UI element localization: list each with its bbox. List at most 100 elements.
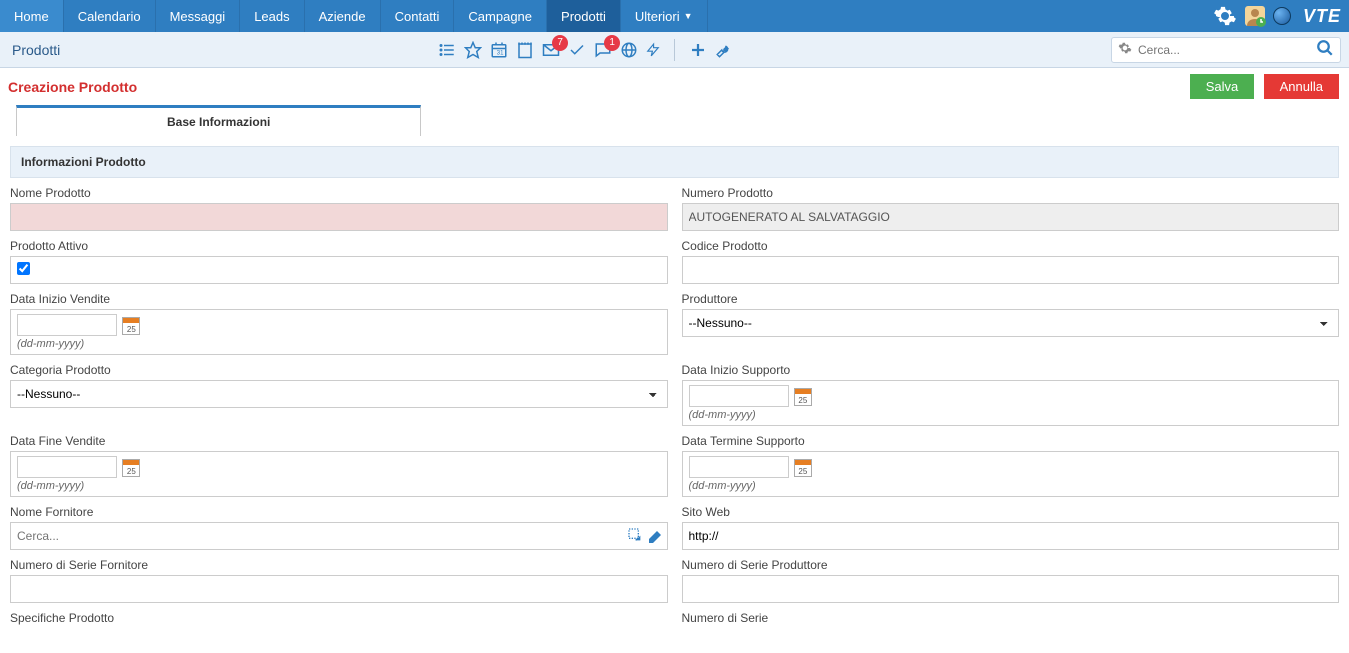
input-nome-prodotto[interactable] bbox=[10, 203, 668, 231]
input-num-serie-produttore[interactable] bbox=[682, 575, 1340, 603]
nav-ulteriori[interactable]: Ulteriori ▼ bbox=[621, 0, 708, 32]
label-numero-serie: Numero di Serie bbox=[682, 611, 1340, 625]
nav-home[interactable]: Home bbox=[0, 0, 64, 32]
hint-data-fine-vendite: (dd-mm-yyyy) bbox=[17, 480, 661, 492]
hint-data-inizio-supporto: (dd-mm-yyyy) bbox=[689, 409, 1333, 421]
label-codice-prodotto: Codice Prodotto bbox=[682, 239, 1340, 253]
nav-messaggi[interactable]: Messaggi bbox=[156, 0, 241, 32]
input-data-fine-vendite[interactable] bbox=[17, 456, 117, 478]
mail-icon[interactable]: 7 bbox=[542, 41, 560, 59]
form-area: Informazioni Prodotto Nome Prodotto Nume… bbox=[0, 136, 1349, 646]
star-icon[interactable] bbox=[464, 41, 482, 59]
vte-logo: VTE bbox=[1303, 6, 1341, 27]
page-title: Creazione Prodotto bbox=[8, 79, 137, 95]
page-header: Creazione Prodotto Salva Annulla bbox=[0, 68, 1349, 105]
form-grid: Nome Prodotto Numero Prodotto Prodotto A… bbox=[10, 178, 1339, 636]
nav-prodotti[interactable]: Prodotti bbox=[547, 0, 621, 32]
row-numero-serie: Numero di Serie bbox=[682, 611, 1340, 628]
input-data-inizio-vendite[interactable] bbox=[17, 314, 117, 336]
mail-badge: 7 bbox=[552, 35, 568, 51]
nav-aziende[interactable]: Aziende bbox=[305, 0, 381, 32]
row-data-termine-supporto: Data Termine Supporto (dd-mm-yyyy) bbox=[682, 434, 1340, 497]
label-sito-web: Sito Web bbox=[682, 505, 1340, 519]
nav-campagne[interactable]: Campagne bbox=[454, 0, 547, 32]
nav-contatti[interactable]: Contatti bbox=[381, 0, 455, 32]
nav-leads[interactable]: Leads bbox=[240, 0, 304, 32]
header-actions: Salva Annulla bbox=[1184, 74, 1339, 99]
input-sito-web[interactable] bbox=[682, 522, 1340, 550]
calendar-picker-icon[interactable] bbox=[794, 459, 812, 477]
list-icon[interactable] bbox=[438, 41, 456, 59]
search-settings-icon[interactable] bbox=[1118, 41, 1132, 58]
toolbar: 31 7 1 bbox=[438, 39, 733, 61]
input-data-termine-supporto[interactable] bbox=[689, 456, 789, 478]
calendar-icon[interactable]: 31 bbox=[490, 41, 508, 59]
globe-icon[interactable] bbox=[620, 41, 638, 59]
label-numero-prodotto: Numero Prodotto bbox=[682, 186, 1340, 200]
hint-data-termine-supporto: (dd-mm-yyyy) bbox=[689, 480, 1333, 492]
label-nome-prodotto: Nome Prodotto bbox=[10, 186, 668, 200]
row-nome-prodotto: Nome Prodotto bbox=[10, 186, 668, 231]
top-nav-left: Home Calendario Messaggi Leads Aziende C… bbox=[0, 0, 708, 32]
wrap-data-inizio-supporto: (dd-mm-yyyy) bbox=[682, 380, 1340, 426]
toolbar-separator bbox=[674, 39, 675, 61]
label-num-serie-produttore: Numero di Serie Produttore bbox=[682, 558, 1340, 572]
calendar-picker-icon[interactable] bbox=[122, 459, 140, 477]
label-prodotto-attivo: Prodotto Attivo bbox=[10, 239, 668, 253]
vendor-icons bbox=[627, 527, 663, 546]
nav-ulteriori-label: Ulteriori bbox=[635, 9, 680, 24]
input-data-inizio-supporto[interactable] bbox=[689, 385, 789, 407]
input-nome-fornitore[interactable] bbox=[17, 529, 627, 543]
top-nav: Home Calendario Messaggi Leads Aziende C… bbox=[0, 0, 1349, 32]
bolt-icon[interactable] bbox=[646, 41, 660, 59]
section-header: Informazioni Prodotto bbox=[10, 146, 1339, 178]
input-numero-prodotto bbox=[682, 203, 1340, 231]
nav-calendario[interactable]: Calendario bbox=[64, 0, 156, 32]
input-codice-prodotto[interactable] bbox=[682, 256, 1340, 284]
label-data-fine-vendite: Data Fine Vendite bbox=[10, 434, 668, 448]
user-icon[interactable] bbox=[1243, 4, 1267, 28]
row-specifiche-prodotto: Specifiche Prodotto bbox=[10, 611, 668, 628]
row-data-fine-vendite: Data Fine Vendite (dd-mm-yyyy) bbox=[10, 434, 668, 497]
clear-vendor-icon[interactable] bbox=[647, 527, 663, 546]
wrap-data-termine-supporto: (dd-mm-yyyy) bbox=[682, 451, 1340, 497]
sub-nav: Prodotti 31 7 1 bbox=[0, 32, 1349, 68]
tabs: Base Informazioni bbox=[0, 105, 1349, 136]
check-icon[interactable] bbox=[568, 41, 586, 59]
checkbox-prodotto-attivo[interactable] bbox=[17, 262, 30, 275]
calendar-picker-icon[interactable] bbox=[794, 388, 812, 406]
wrap-data-inizio-vendite: (dd-mm-yyyy) bbox=[10, 309, 668, 355]
input-num-serie-fornitore[interactable] bbox=[10, 575, 668, 603]
chat-badge: 1 bbox=[604, 35, 620, 51]
row-data-inizio-vendite: Data Inizio Vendite (dd-mm-yyyy) bbox=[10, 292, 668, 355]
row-categoria-prodotto: Categoria Prodotto --Nessuno-- bbox=[10, 363, 668, 426]
search-icon[interactable] bbox=[1316, 39, 1334, 60]
clock-icon[interactable] bbox=[1273, 7, 1293, 25]
chat-icon[interactable]: 1 bbox=[594, 41, 612, 59]
row-produttore: Produttore --Nessuno-- bbox=[682, 292, 1340, 355]
select-produttore[interactable]: --Nessuno-- bbox=[682, 309, 1340, 337]
select-categoria-prodotto[interactable]: --Nessuno-- bbox=[10, 380, 668, 408]
label-produttore: Produttore bbox=[682, 292, 1340, 306]
row-codice-prodotto: Codice Prodotto bbox=[682, 239, 1340, 284]
search-input[interactable] bbox=[1138, 43, 1316, 57]
row-prodotto-attivo: Prodotto Attivo bbox=[10, 239, 668, 284]
calendar-picker-icon[interactable] bbox=[122, 317, 140, 335]
hint-data-inizio-vendite: (dd-mm-yyyy) bbox=[17, 338, 661, 350]
search-area bbox=[1111, 37, 1341, 63]
wrench-icon[interactable] bbox=[715, 41, 733, 59]
notes-icon[interactable] bbox=[516, 41, 534, 59]
search-box bbox=[1111, 37, 1341, 63]
select-vendor-icon[interactable] bbox=[627, 527, 643, 546]
settings-icon[interactable] bbox=[1213, 4, 1237, 28]
save-button[interactable]: Salva bbox=[1190, 74, 1255, 99]
row-sito-web: Sito Web bbox=[682, 505, 1340, 550]
wrap-prodotto-attivo bbox=[10, 256, 668, 284]
label-data-termine-supporto: Data Termine Supporto bbox=[682, 434, 1340, 448]
tab-base-info[interactable]: Base Informazioni bbox=[16, 105, 421, 136]
wrap-nome-fornitore bbox=[10, 522, 668, 550]
label-data-inizio-supporto: Data Inizio Supporto bbox=[682, 363, 1340, 377]
svg-text:31: 31 bbox=[497, 50, 504, 56]
plus-icon[interactable] bbox=[689, 41, 707, 59]
cancel-button[interactable]: Annulla bbox=[1264, 74, 1339, 99]
